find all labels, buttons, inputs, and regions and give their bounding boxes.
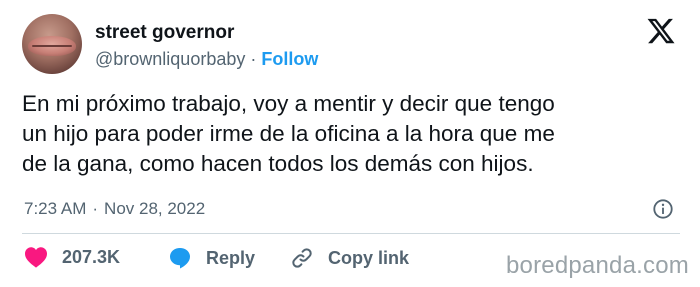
author-display-name[interactable]: street governor — [95, 22, 234, 44]
divider — [22, 233, 680, 234]
reply-label: Reply — [206, 247, 256, 268]
x-logo-icon[interactable] — [646, 16, 676, 46]
reply-bubble-icon — [170, 248, 190, 269]
copy-link-label: Copy link — [328, 247, 410, 268]
tweet-date: Nov 28, 2022 — [104, 199, 206, 218]
watermark: boredpanda.com — [506, 252, 689, 279]
author-handle[interactable]: @brownliquorbaby — [95, 49, 245, 69]
heart-icon — [25, 247, 47, 268]
avatar-image — [28, 36, 76, 56]
author-handle-row: @brownliquorbaby · Follow — [95, 49, 318, 70]
tweet-timestamp[interactable]: 7:23 AM · Nov 28, 2022 — [24, 199, 205, 219]
link-icon — [292, 248, 312, 268]
info-icon[interactable] — [652, 198, 674, 220]
copy-link-button[interactable]: Copy link — [290, 246, 409, 270]
reply-button[interactable]: Reply — [168, 246, 255, 270]
tweet-text-line: un hijo para poder irme de la oficina a … — [22, 121, 555, 146]
avatar[interactable] — [22, 14, 82, 74]
follow-button[interactable]: Follow — [261, 49, 318, 69]
timestamp-separator: · — [92, 199, 99, 218]
tweet-text-line: En mi próximo trabajo, voy a mentir y de… — [22, 91, 555, 116]
handle-separator: · — [250, 49, 257, 69]
tweet-text: En mi próximo trabajo, voy a mentir y de… — [22, 89, 692, 179]
like-button[interactable]: 207.3K — [24, 246, 120, 268]
tweet-text-line: de la gana, como hacen todos los demás c… — [22, 151, 534, 176]
tweet-time: 7:23 AM — [24, 199, 87, 218]
likes-count: 207.3K — [62, 246, 121, 267]
